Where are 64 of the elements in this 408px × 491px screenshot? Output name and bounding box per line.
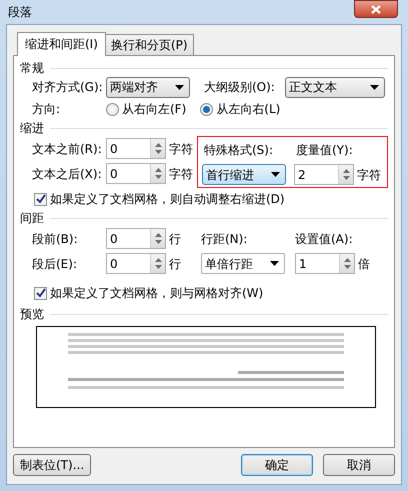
dropdown[interactable]: 正文文本 [284, 76, 385, 98]
spin-arrows-icon [154, 231, 162, 246]
field-label: 方向: [32, 101, 62, 118]
field-label: 度量值(Y): [296, 142, 353, 158]
spin-arrows-icon [154, 141, 162, 156]
tab[interactable]: 缩进和间距(I) [17, 32, 106, 56]
group-heading: 预览 [20, 306, 44, 323]
spin-field[interactable]: 2 [294, 164, 354, 185]
cancel-button[interactable]: 取消 [323, 454, 395, 476]
caret-icon [270, 261, 279, 266]
checkbox[interactable] [34, 286, 47, 300]
tab[interactable]: 换行和分页(P) [104, 34, 194, 55]
radio-label: 从右向左(F) [122, 101, 186, 118]
field-label: 段前(B): [32, 230, 79, 248]
spin-button[interactable] [150, 139, 165, 158]
field-label: 文本之前(R): [32, 140, 103, 158]
group-heading: 间距 [20, 210, 44, 227]
caret-icon [175, 84, 184, 90]
checkbox[interactable] [34, 192, 47, 206]
ok-button[interactable]: 确定 [241, 454, 313, 476]
radio-button[interactable] [200, 102, 214, 116]
radio-label: 从左向右(L) [216, 101, 280, 118]
field-label: 段后(E): [32, 256, 78, 272]
dropdown[interactable]: 两端对齐 [106, 76, 190, 98]
unit-label: 字符 [357, 166, 381, 184]
spin-field[interactable]: 1 [295, 253, 355, 274]
checkbox-label: 如果定义了文档网格，则自动调整右缩进(D) [50, 191, 285, 208]
spin-arrows-icon [154, 166, 162, 181]
close-button[interactable] [354, 0, 398, 18]
checkbox-label: 如果定义了文档网格，则与网格对齐(W) [50, 285, 264, 302]
field-label: 对齐方式(G): [32, 79, 104, 96]
spin-arrows-icon [342, 256, 352, 271]
field-label: 设置值(A): [295, 230, 353, 248]
radio-button[interactable] [106, 102, 119, 116]
spin-arrows-icon [342, 167, 350, 182]
dropdown[interactable]: 单倍行距 [201, 253, 285, 274]
spin-field[interactable]: 0 [106, 138, 166, 159]
unit-label: 字符 [169, 166, 193, 182]
unit-label: 倍 [358, 256, 370, 272]
spin-field[interactable]: 0 [106, 253, 166, 274]
radio-dot-icon [203, 106, 210, 112]
spin-button[interactable] [150, 164, 165, 183]
spin-button[interactable] [150, 229, 165, 248]
field-label: 大纲级别(O): [204, 79, 275, 96]
field-label: 文本之后(X): [32, 166, 103, 182]
unit-label: 字符 [169, 140, 193, 158]
caret-icon [271, 172, 280, 177]
spin-arrows-icon [154, 256, 162, 271]
tab-stops-button[interactable]: 制表位(T)... [13, 454, 92, 476]
spin-field[interactable]: 0 [106, 228, 166, 249]
spin-field[interactable]: 0 [106, 163, 166, 184]
spin-button[interactable] [338, 165, 353, 184]
close-icon [371, 4, 381, 14]
window-title: 段落 [8, 4, 32, 21]
spin-button[interactable] [150, 254, 165, 273]
unit-label: 行 [169, 230, 182, 248]
group-heading: 缩进 [20, 120, 44, 137]
spin-button[interactable] [339, 254, 354, 273]
unit-label: 行 [169, 256, 182, 272]
dropdown[interactable]: 首行缩进 [202, 164, 286, 185]
group-heading: 常规 [20, 60, 44, 77]
field-label: 特殊格式(S): [203, 142, 274, 158]
field-label: 行距(N): [201, 230, 248, 248]
caret-icon [370, 84, 379, 90]
